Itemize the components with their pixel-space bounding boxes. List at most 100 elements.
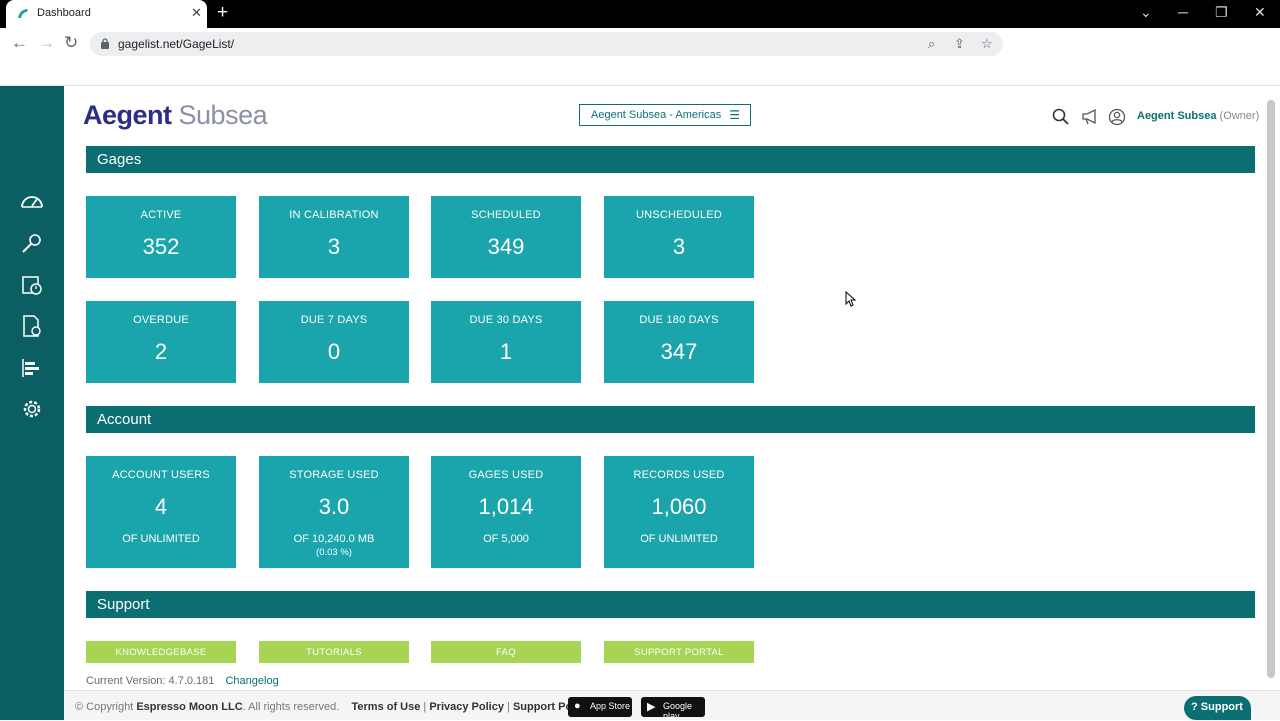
google-play-badge[interactable]: ▶ Google play (641, 697, 705, 721)
play-icon: ▶ (647, 701, 656, 713)
gage-tile-due-30-days[interactable]: DUE 30 DAYS 1 (431, 301, 581, 383)
support-widget-label: Support (1200, 701, 1243, 713)
bookmark-star-icon[interactable]: ☆ (981, 36, 993, 52)
tile-value: 4 (154, 494, 168, 519)
gage-tile-due-7-days[interactable]: DUE 7 DAYS 0 (259, 301, 409, 383)
gage-tile-unscheduled[interactable]: UNSCHEDULED 3 (604, 196, 754, 278)
apple-icon: ● (574, 700, 581, 712)
tile-value: 1,060 (651, 494, 707, 519)
page-scrollbar[interactable] (1267, 100, 1275, 678)
user-role: (Owner) (1219, 110, 1260, 122)
terms-link[interactable]: Terms of Use (351, 701, 420, 713)
search-icon[interactable] (1052, 108, 1070, 126)
new-tab-button[interactable]: + (217, 3, 228, 23)
tile-value: 1 (499, 339, 513, 364)
zoom-icon[interactable]: ⌕ (928, 36, 935, 52)
tile-label: UNSCHEDULED (636, 209, 722, 221)
tile-value: 2 (154, 339, 168, 364)
version-text: Current Version: 4.7.0.181 (86, 675, 215, 687)
privacy-link[interactable]: Privacy Policy (429, 701, 504, 713)
support-portal-button[interactable]: SUPPORT PORTAL (604, 641, 754, 663)
user-account-icon[interactable] (1108, 108, 1126, 126)
tile-value: 3 (672, 234, 686, 259)
company-name: Espresso Moon LLC (136, 701, 243, 713)
url-text[interactable]: gagelist.net/GageList/ (118, 37, 234, 51)
tutorials-button[interactable]: TUTORIALS (259, 641, 409, 663)
account-tile-gages[interactable]: GAGES USED 1,014 OF 5,000 (431, 456, 581, 568)
mouse-cursor-icon (845, 291, 857, 307)
rights-text: . All rights reserved. (242, 701, 340, 713)
minimize-icon[interactable]: ─ (1178, 4, 1188, 20)
footer-separator: | (423, 701, 427, 713)
window-close-icon[interactable]: ✕ (1254, 4, 1266, 20)
support-widget-button[interactable]: ? Support (1184, 696, 1251, 720)
help-circle-icon: ? (1191, 701, 1198, 713)
tile-label: GAGES USED (468, 469, 544, 481)
tile-subtext: OF UNLIMITED (122, 533, 200, 545)
tile-subtext: OF 5,000 (483, 533, 529, 545)
browser-tab-bar: Dashboard ✕ + ⌄ ─ ❐ ✕ (0, 0, 1280, 28)
tab-close-icon[interactable]: ✕ (191, 5, 202, 21)
tile-label: DUE 30 DAYS (469, 314, 543, 326)
region-selector[interactable]: Aegent Subsea - Americas ☰ (579, 104, 751, 126)
user-name: Aegent Subsea (1137, 110, 1217, 122)
browser-toolbar: ← → ↻ gagelist.net/GageList/ ⌕ ⇪ ☆ (0, 28, 1280, 60)
tile-value: 1,014 (478, 494, 534, 519)
account-tile-users[interactable]: ACCOUNT USERS 4 OF UNLIMITED (86, 456, 236, 568)
reports-icon[interactable] (20, 357, 44, 379)
records-document-icon[interactable] (20, 315, 44, 337)
app-store-badge[interactable]: ● App Store (568, 697, 632, 717)
tile-label: STORAGE USED (289, 469, 379, 481)
main-content (64, 86, 1280, 720)
tile-value: 0 (327, 339, 341, 364)
dashboard-gauge-icon[interactable] (20, 190, 44, 212)
gage-tile-scheduled[interactable]: SCHEDULED 349 (431, 196, 581, 278)
sidebar (0, 86, 64, 720)
tile-label: ACCOUNT USERS (112, 469, 210, 481)
back-arrow-icon[interactable]: ← (11, 34, 28, 52)
copyright-prefix: © Copyright (75, 701, 134, 713)
company-logo: Aegent Subsea (83, 100, 268, 131)
settings-gear-icon[interactable] (20, 398, 44, 420)
tile-value: 3 (327, 234, 341, 259)
restore-icon[interactable]: ❐ (1215, 4, 1228, 20)
tile-value: 352 (142, 234, 180, 259)
tile-label: DUE 7 DAYS (300, 314, 368, 326)
faq-button[interactable]: FAQ (431, 641, 581, 663)
gage-tile-in-calibration[interactable]: IN CALIBRATION 3 (259, 196, 409, 278)
tile-label: DUE 180 DAYS (639, 314, 719, 326)
gage-tile-overdue[interactable]: OVERDUE 2 (86, 301, 236, 383)
logo-secondary: Subsea (178, 100, 268, 130)
gage-tile-active[interactable]: ACTIVE 352 (86, 196, 236, 278)
gages-section-header: Gages (86, 146, 1255, 173)
tile-label: RECORDS USED (633, 469, 725, 481)
tile-subtext: OF 10,240.0 MB (293, 533, 375, 545)
gage-tile-due-180-days[interactable]: DUE 180 DAYS 347 (604, 301, 754, 383)
tile-value: 349 (487, 234, 525, 259)
user-menu[interactable]: Aegent Subsea (Owner) (1137, 110, 1259, 122)
address-bar[interactable]: gagelist.net/GageList/ ⌕ ⇪ ☆ (90, 32, 1003, 56)
account-tile-storage[interactable]: STORAGE USED 3.0 OF 10,240.0 MB (0.03 %) (259, 456, 409, 568)
tab-search-icon[interactable]: ⌄ (1140, 4, 1152, 20)
megaphone-icon[interactable] (1081, 108, 1099, 126)
region-selector-label: Aegent Subsea - Americas (591, 109, 722, 121)
tile-label: ACTIVE (140, 209, 182, 221)
copyright-line: © Copyright Espresso Moon LLC. All right… (75, 701, 589, 713)
support-section-header: Support (86, 591, 1255, 618)
share-icon[interactable]: ⇪ (954, 36, 965, 52)
calibration-schedule-icon[interactable] (20, 274, 44, 296)
account-tile-records[interactable]: RECORDS USED 1,060 OF UNLIMITED (604, 456, 754, 568)
forward-arrow-icon[interactable]: → (38, 34, 55, 52)
gage-tool-icon[interactable] (20, 232, 44, 254)
footer-separator: | (507, 701, 510, 713)
knowledgebase-button[interactable]: KNOWLEDGEBASE (86, 641, 236, 663)
logo-primary: Aegent (83, 100, 172, 130)
gagelist-favicon-icon (18, 9, 28, 18)
hamburger-menu-icon: ☰ (729, 108, 740, 122)
tile-label: SCHEDULED (471, 209, 541, 221)
tile-value: 347 (660, 339, 698, 364)
reload-icon[interactable]: ↻ (64, 34, 78, 52)
browser-tab[interactable]: Dashboard ✕ (6, 0, 207, 28)
changelog-link[interactable]: Changelog (225, 675, 278, 687)
tile-subtext: OF UNLIMITED (640, 533, 718, 545)
